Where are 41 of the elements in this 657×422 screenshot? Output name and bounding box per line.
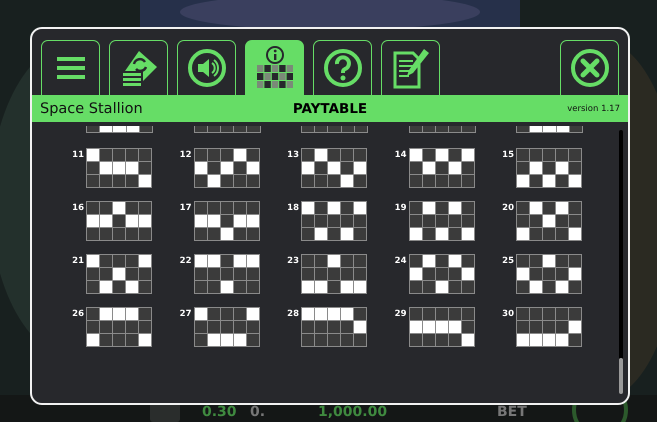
payline-number: 12	[178, 150, 192, 160]
payline-number: 27	[178, 309, 192, 319]
paytable-grid-icon	[254, 46, 294, 90]
speaker-icon	[186, 48, 226, 88]
bet-value: 0.30	[202, 404, 237, 420]
payline-number: 30	[501, 309, 514, 319]
game-name: Space Stallion	[40, 100, 143, 116]
paytable-title: PAYTABLE	[292, 100, 368, 116]
sound-tab[interactable]	[177, 40, 236, 95]
close-icon	[570, 48, 610, 88]
payline-number: 21	[71, 256, 84, 266]
payline-number: 22	[178, 256, 192, 266]
payline-number: 29	[394, 309, 406, 319]
payline-number: 11	[71, 150, 84, 160]
payline-number: 26	[71, 309, 84, 319]
payline-number: 23	[286, 256, 299, 266]
scrollbar[interactable]	[619, 130, 623, 394]
help-tab[interactable]	[313, 40, 372, 95]
close-button[interactable]	[560, 40, 619, 95]
payline-number: 20	[501, 203, 514, 213]
paytable-tab[interactable]	[245, 40, 304, 95]
version-label: version 1.17	[567, 104, 620, 114]
payline-number: 16	[71, 203, 84, 213]
document-pencil-icon	[390, 47, 430, 89]
payline-number: 15	[501, 150, 514, 160]
menu-icon	[56, 57, 84, 79]
payline-number: 19	[394, 203, 406, 213]
autoplay-tab[interactable]	[109, 40, 168, 95]
payline-number: 17	[178, 203, 192, 213]
question-icon	[322, 48, 362, 88]
history-tab[interactable]	[381, 40, 440, 95]
coin-value: 0.	[250, 404, 266, 420]
payline-number: 28	[286, 309, 299, 319]
menu-tab[interactable]	[41, 40, 100, 95]
payline-number: 18	[286, 203, 299, 213]
payline-number: 25	[501, 256, 514, 266]
bet-label: BET	[497, 404, 527, 420]
balance-value: 1,000.00	[318, 404, 388, 420]
payline-number: 13	[286, 150, 299, 160]
payline-number: 24	[394, 256, 406, 266]
payline-number: 14	[394, 150, 406, 160]
